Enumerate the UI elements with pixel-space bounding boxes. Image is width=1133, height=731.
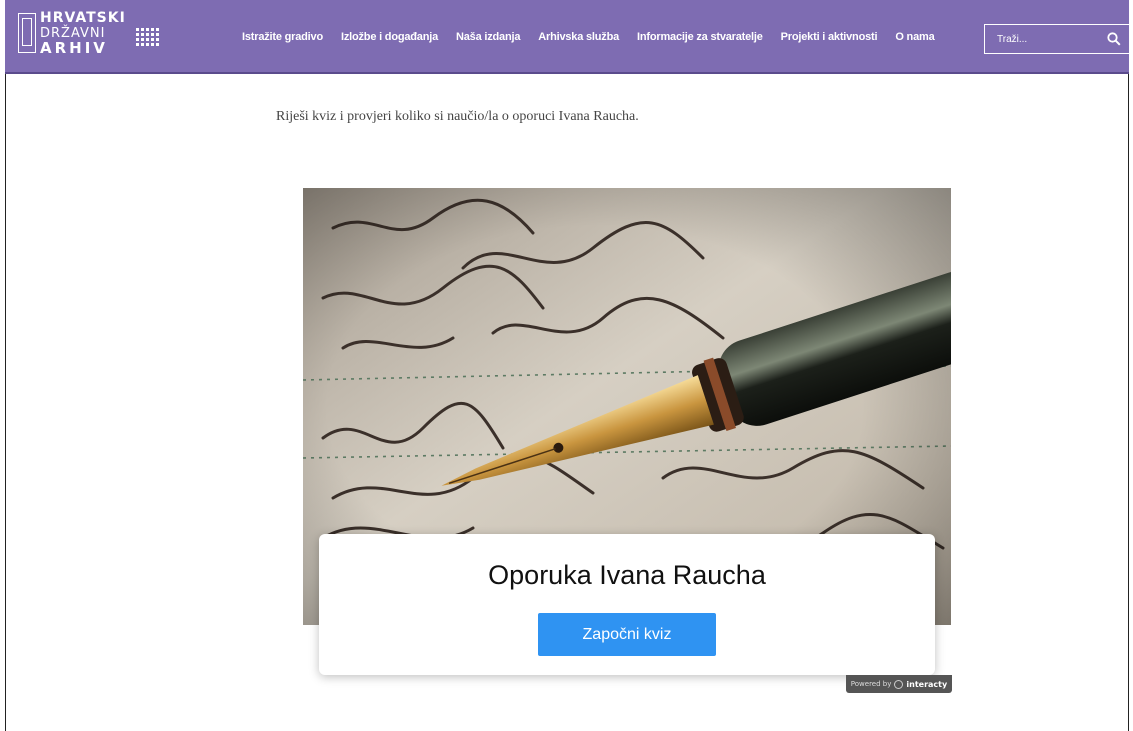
coat-of-arms-icon <box>18 13 36 53</box>
nav-informacije-za-stvaratelje[interactable]: Informacije za stvaratelje <box>637 31 763 43</box>
quiz-intro-text: Riješi kviz i provjeri koliko si naučio/… <box>276 109 639 124</box>
search-input[interactable] <box>985 25 1107 53</box>
nav-nasa-izdanja[interactable]: Naša izdanja <box>456 31 520 43</box>
powered-by-badge[interactable]: Powered by interacty <box>846 675 952 693</box>
logo-line-3: ARHIV <box>40 39 108 57</box>
nav-projekti-i-aktivnosti[interactable]: Projekti i aktivnosti <box>781 31 878 43</box>
start-quiz-button[interactable]: Započni kviz <box>538 613 716 656</box>
interacty-logo-icon <box>894 679 904 689</box>
quiz-start-card: Oporuka Ivana Raucha Započni kviz <box>319 534 935 675</box>
nav-o-nama[interactable]: O nama <box>895 31 934 43</box>
powered-by-label: Powered by <box>850 680 892 688</box>
nav-istrazite-gradivo[interactable]: Istražite gradivo <box>242 31 323 43</box>
hda-logo[interactable]: HRVATSKI DRŽAVNI ARHIV <box>18 11 125 59</box>
top-navigation-bar: HRVATSKI DRŽAVNI ARHIV Istražite gradivo… <box>5 0 1130 74</box>
quiz-title: Oporuka Ivana Raucha <box>488 560 766 590</box>
apps-grid-icon[interactable] <box>136 28 159 46</box>
search-box <box>984 24 1130 54</box>
search-icon[interactable] <box>1107 32 1121 46</box>
powered-by-brand: interacty <box>906 679 948 689</box>
nav-arhivska-sluzba[interactable]: Arhivska služba <box>538 31 619 43</box>
nav-izlozbe-i-dogadanja[interactable]: Izložbe i događanja <box>341 31 438 43</box>
logo-line-1: HRVATSKI <box>40 10 126 26</box>
main-menu: Istražite gradivo Izložbe i događanja Na… <box>242 31 953 43</box>
